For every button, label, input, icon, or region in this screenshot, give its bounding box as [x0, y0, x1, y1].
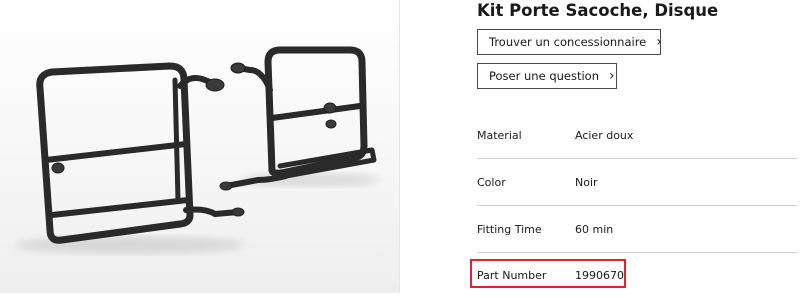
product-info: Kit Porte Sacoche, Disque Trouver un con… — [477, 0, 800, 293]
find-dealer-label: Trouver un concessionnaire — [489, 35, 647, 49]
ask-question-label: Poser une question — [489, 69, 600, 83]
spec-label: Color — [477, 175, 506, 189]
spec-value: 60 min — [575, 222, 614, 236]
find-dealer-button[interactable]: Trouver un concessionnaire › — [477, 29, 662, 55]
chevron-right-icon: › — [609, 68, 615, 84]
spec-row-fitting-time: Fitting Time 60 min — [477, 206, 797, 252]
spec-value: Noir — [575, 175, 598, 189]
spec-label: Material — [477, 128, 522, 142]
spec-label: Fitting Time — [477, 222, 542, 236]
chevron-right-icon: › — [656, 34, 662, 50]
part-number-highlight — [470, 259, 626, 288]
product-image — [0, 0, 400, 293]
spec-row-material: Material Acier doux — [477, 112, 797, 158]
spec-value: Acier doux — [575, 128, 634, 142]
pannier-rack-illustration — [15, 46, 380, 254]
ask-question-button[interactable]: Poser une question › — [477, 63, 617, 89]
spec-row-color: Color Noir — [477, 159, 797, 205]
product-title: Kit Porte Sacoche, Disque — [477, 1, 719, 20]
